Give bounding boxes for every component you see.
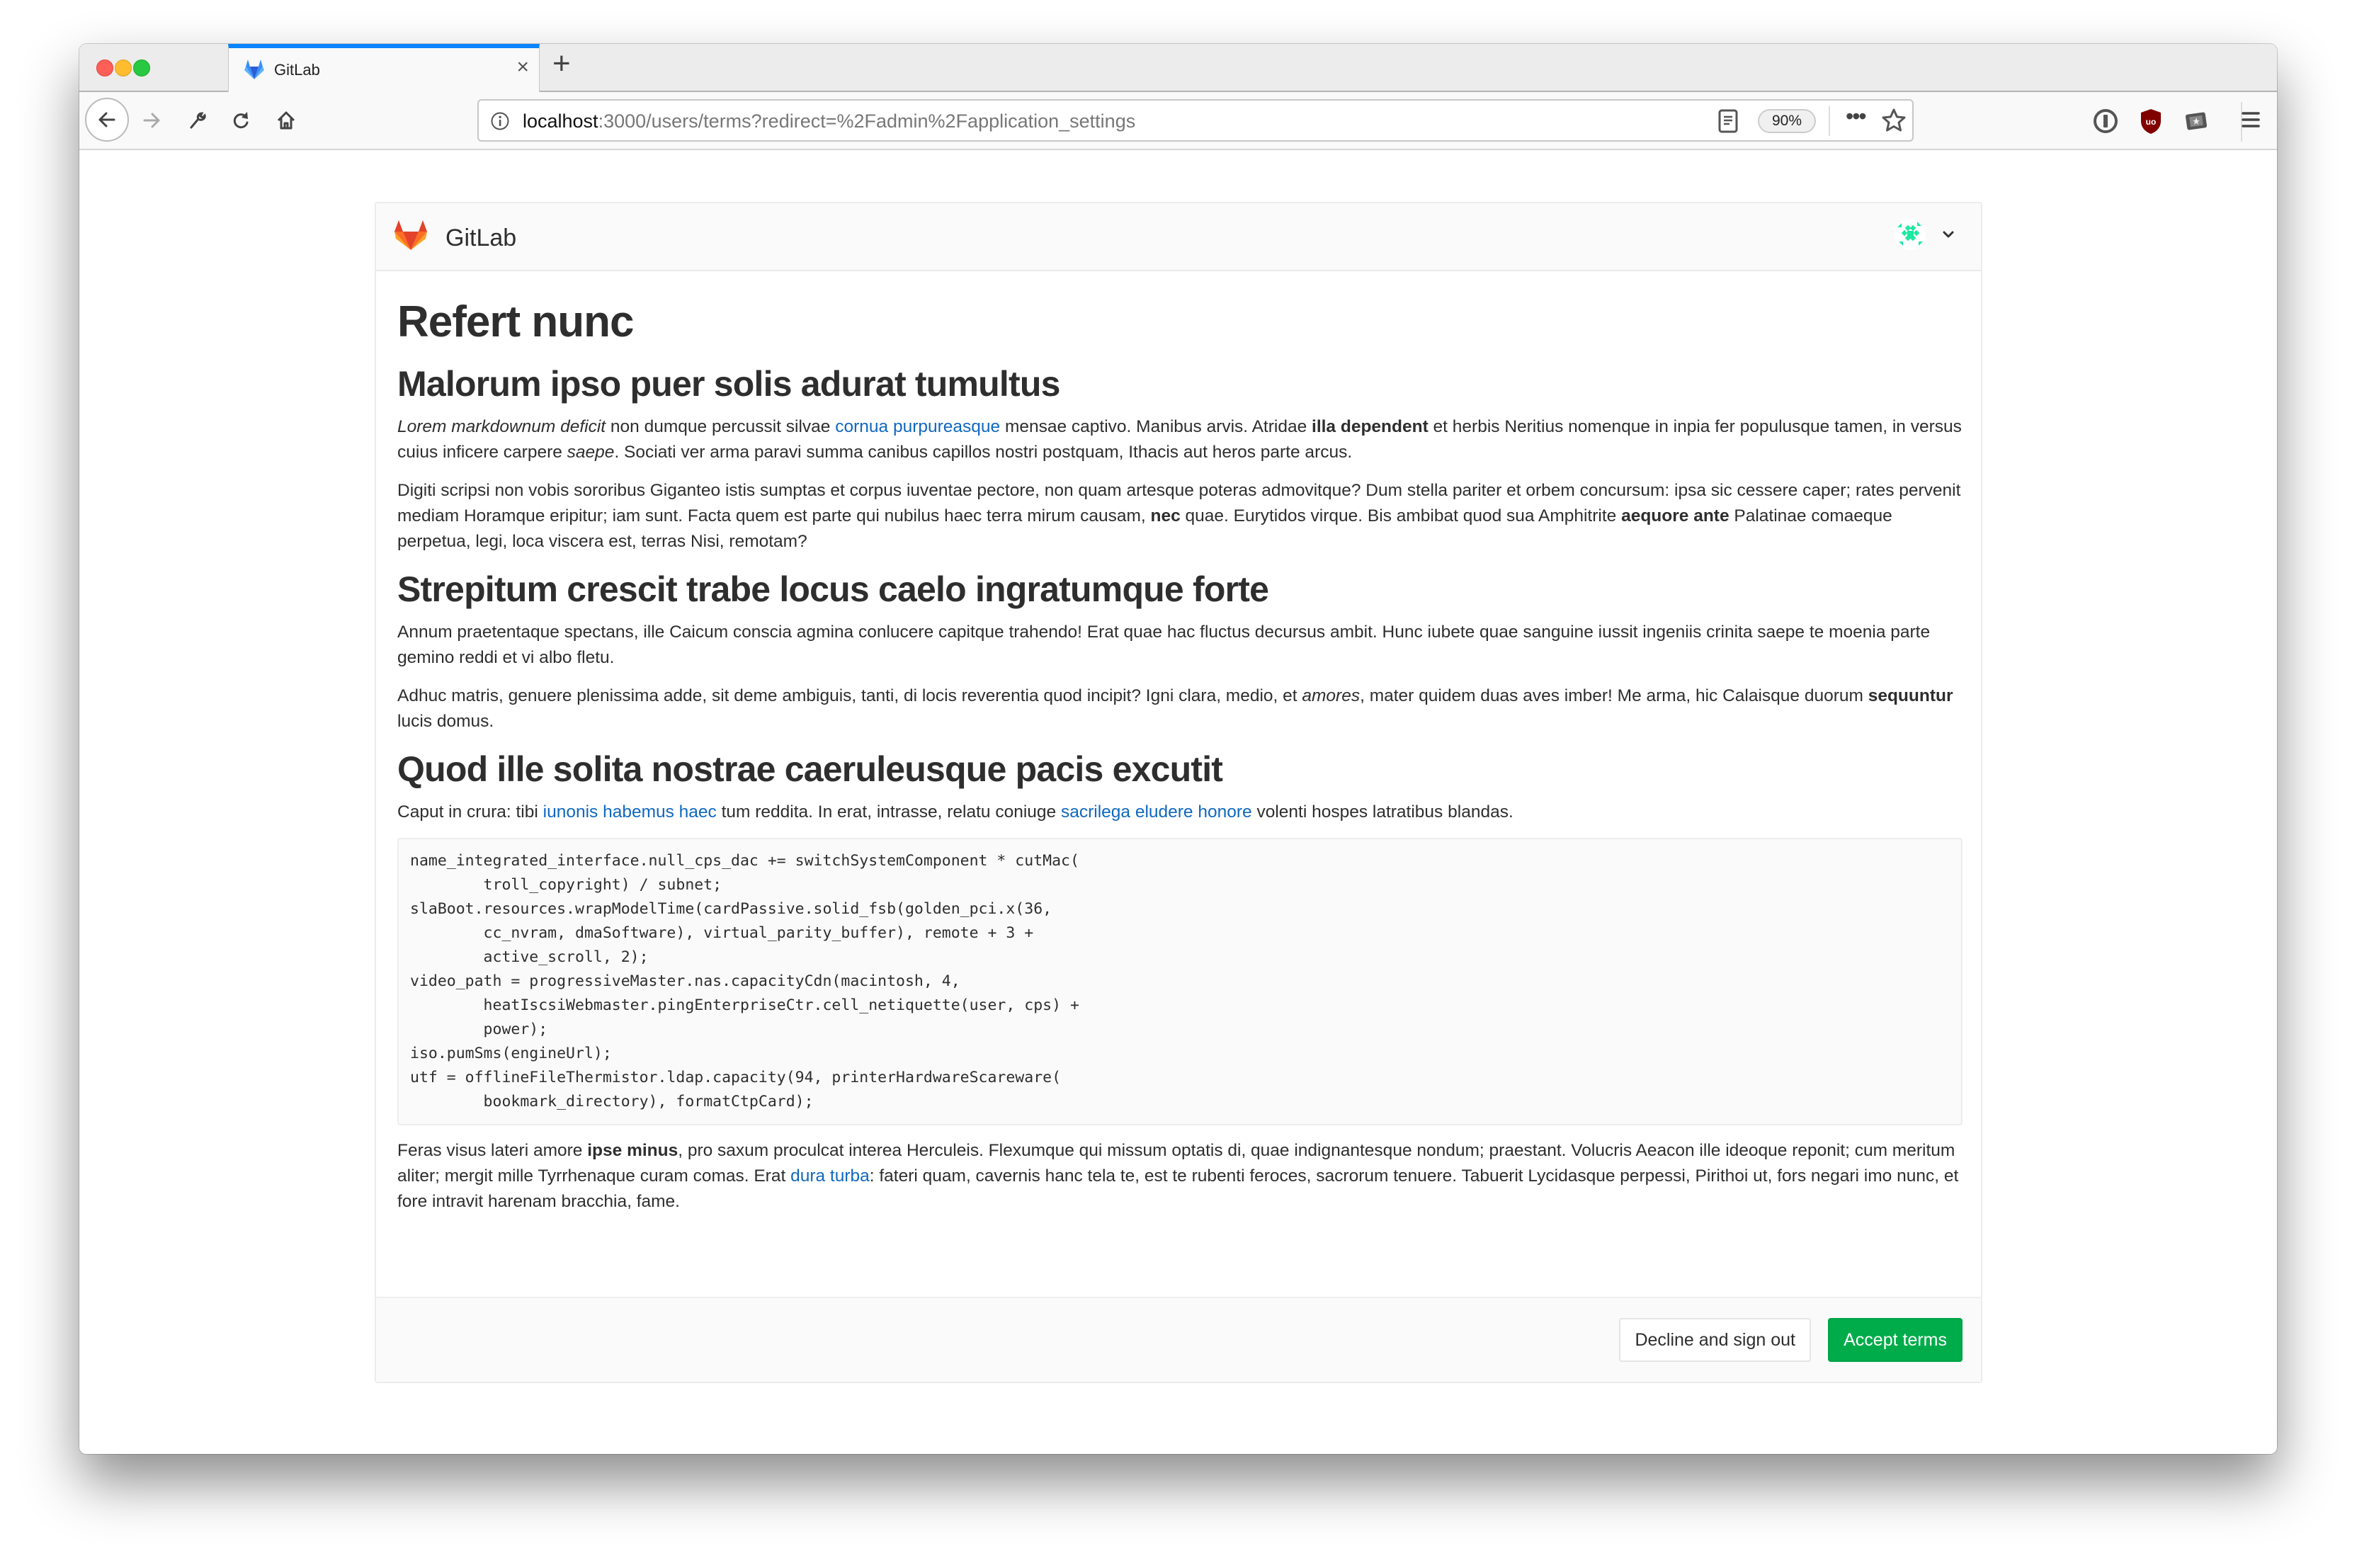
card-footer: Decline and sign out Accept terms bbox=[376, 1297, 1981, 1382]
gitlab-logo-icon bbox=[244, 59, 264, 79]
back-button[interactable] bbox=[85, 98, 129, 142]
address-bar[interactable]: localhost:3000/users/terms?redirect=%2Fa… bbox=[477, 99, 1914, 142]
user-menu-dropdown[interactable] bbox=[1895, 219, 1955, 250]
wrench-icon bbox=[190, 112, 206, 129]
paragraph: Feras visus lateri amore ipse minus, pro… bbox=[397, 1141, 1959, 1211]
url-text[interactable]: localhost:3000/users/terms?redirect=%2Fa… bbox=[523, 110, 1135, 132]
home-icon bbox=[277, 111, 295, 130]
page-actions-button[interactable]: ••• bbox=[1846, 103, 1867, 130]
url-separator bbox=[1829, 106, 1830, 136]
paragraph: Lorem markdownum deficit non dumque perc… bbox=[397, 417, 1962, 462]
decline-and-sign-out-button[interactable]: Decline and sign out bbox=[1619, 1318, 1811, 1362]
new-tab-button[interactable]: + bbox=[552, 48, 571, 79]
brand-name: GitLab bbox=[445, 225, 517, 251]
tab-bar: GitLab × + bbox=[79, 44, 2277, 93]
hamburger-menu-icon[interactable] bbox=[2240, 109, 2261, 130]
section-heading: Quod ille solita nostrae caeruleusque pa… bbox=[397, 749, 1223, 789]
chevron-down-icon bbox=[1943, 231, 1954, 238]
avatar[interactable] bbox=[1895, 219, 1926, 250]
navigation-toolbar: localhost:3000/users/terms?redirect=%2Fa… bbox=[79, 92, 2277, 150]
browser-window: GitLab × + localhost:3000/users/terms?re… bbox=[79, 44, 2277, 1454]
terms-card: GitLab Refert nunc Malorum ipso puer sol… bbox=[375, 202, 1982, 1383]
terms-content: Refert nunc Malorum ipso puer solis adur… bbox=[397, 288, 1963, 1227]
home-button[interactable] bbox=[266, 101, 306, 140]
bookmark-star-icon[interactable] bbox=[1881, 108, 1907, 133]
paragraph: Annum praetentaque spectans, ille Caicum… bbox=[397, 623, 1931, 667]
close-tab-icon[interactable]: × bbox=[516, 57, 529, 78]
paragraph: Caput in crura: tibi iunonis habemus hae… bbox=[397, 802, 1513, 822]
forward-button[interactable] bbox=[132, 101, 171, 140]
accept-terms-button[interactable]: Accept terms bbox=[1828, 1318, 1963, 1362]
code-block: name_integrated_interface.null_cps_dac +… bbox=[397, 838, 1963, 1125]
link-iunonis-habemus-haec[interactable]: iunonis habemus haec bbox=[543, 802, 717, 822]
reload-button[interactable] bbox=[221, 101, 261, 140]
maximize-window-button[interactable] bbox=[133, 59, 150, 76]
minimize-window-button[interactable] bbox=[115, 59, 132, 76]
tab-gitlab[interactable]: GitLab × bbox=[228, 44, 540, 93]
terms-title: Refert nunc bbox=[397, 297, 634, 346]
paragraph: Digiti scripsi non vobis sororibus Gigan… bbox=[397, 481, 1961, 551]
link-dura-turba[interactable]: dura turba bbox=[790, 1166, 870, 1186]
ublock-origin-icon[interactable]: uo bbox=[2137, 108, 2164, 135]
gitlab-logo-icon[interactable] bbox=[394, 220, 427, 250]
link-cornua-purpureasque[interactable]: cornua purpureasque bbox=[835, 417, 1000, 436]
reload-icon bbox=[233, 112, 249, 129]
1password-icon[interactable] bbox=[2092, 108, 2119, 135]
screenshot-icon[interactable] bbox=[2183, 108, 2210, 135]
identicon-icon bbox=[1895, 219, 1926, 250]
section-heading: Malorum ipso puer solis adurat tumultus bbox=[397, 364, 1060, 404]
page-viewport: GitLab Refert nunc Malorum ipso puer sol… bbox=[79, 150, 2277, 1454]
link-sacrilega-eludere-honore[interactable]: sacrilega eludere honore bbox=[1061, 802, 1252, 822]
tab-title: GitLab bbox=[274, 61, 320, 79]
developer-tools-button[interactable] bbox=[177, 101, 217, 140]
section-heading: Strepitum crescit trabe locus caelo ingr… bbox=[397, 569, 1269, 609]
zoom-level-button[interactable]: 90% bbox=[1758, 109, 1816, 133]
reader-view-icon[interactable] bbox=[1717, 109, 1739, 133]
paragraph: Adhuc matris, genuere plenissima adde, s… bbox=[397, 686, 1953, 731]
back-icon bbox=[98, 112, 115, 127]
forward-icon bbox=[143, 113, 160, 128]
info-icon[interactable] bbox=[490, 111, 510, 131]
card-header: GitLab bbox=[376, 203, 1981, 271]
close-window-button[interactable] bbox=[96, 59, 113, 76]
svg-text:uo: uo bbox=[2146, 117, 2157, 127]
